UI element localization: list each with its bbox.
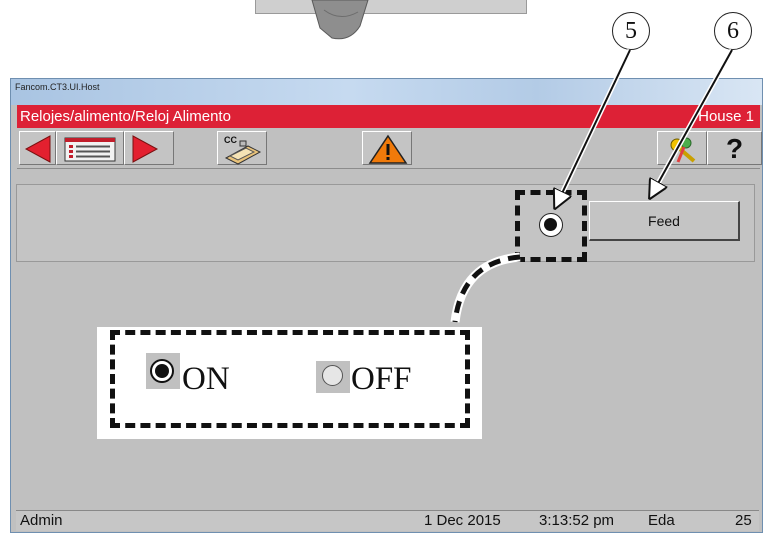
on-label: ON bbox=[182, 361, 230, 397]
feed-button[interactable]: Feed bbox=[589, 201, 740, 241]
status-number: 25 bbox=[735, 512, 752, 529]
status-bar: Admin 1 Dec 2015 3:13:52 pm Eda 25 bbox=[16, 510, 759, 531]
login-button[interactable] bbox=[657, 131, 707, 165]
next-button[interactable] bbox=[124, 131, 174, 165]
alarm-button[interactable] bbox=[362, 131, 412, 165]
hand-icon bbox=[311, 0, 369, 40]
callout-number-6: 6 bbox=[714, 12, 752, 50]
list-icon bbox=[64, 137, 116, 162]
app-window: Fancom.CT3.UI.Host Relojes/alimento/Relo… bbox=[10, 78, 763, 533]
toolbar: CC ? bbox=[17, 128, 762, 169]
list-button[interactable] bbox=[56, 131, 124, 165]
status-user: Admin bbox=[20, 512, 63, 529]
status-time: 3:13:52 pm bbox=[539, 512, 615, 529]
breadcrumb: Relojes/alimento/Reloj Alimento bbox=[20, 108, 231, 125]
status-date: 1 Dec 2015 bbox=[424, 512, 501, 529]
warning-icon bbox=[368, 134, 408, 164]
arrow-left-icon bbox=[24, 135, 51, 163]
cc-label: CC bbox=[224, 135, 237, 145]
radio-on-icon bbox=[150, 359, 174, 383]
header-bar: Relojes/alimento/Reloj Alimento House 1 bbox=[17, 105, 760, 128]
status-language: Eda bbox=[648, 512, 675, 529]
help-button[interactable]: ? bbox=[707, 131, 762, 165]
radio-off-icon bbox=[322, 365, 343, 386]
arrow-right-icon bbox=[132, 135, 159, 163]
previous-figure-fragment bbox=[255, 0, 527, 14]
control-computer-button[interactable]: CC bbox=[217, 131, 267, 165]
control-computer-icon: CC bbox=[224, 135, 262, 165]
window-titlebar: Fancom.CT3.UI.Host bbox=[11, 79, 762, 105]
house-label: House 1 bbox=[698, 108, 754, 125]
highlight-box-radio bbox=[515, 190, 587, 262]
key-icon bbox=[670, 137, 696, 163]
help-icon: ? bbox=[725, 133, 744, 164]
callout-number-5: 5 bbox=[612, 12, 650, 50]
off-label: OFF bbox=[351, 361, 412, 397]
previous-button[interactable] bbox=[19, 131, 56, 165]
